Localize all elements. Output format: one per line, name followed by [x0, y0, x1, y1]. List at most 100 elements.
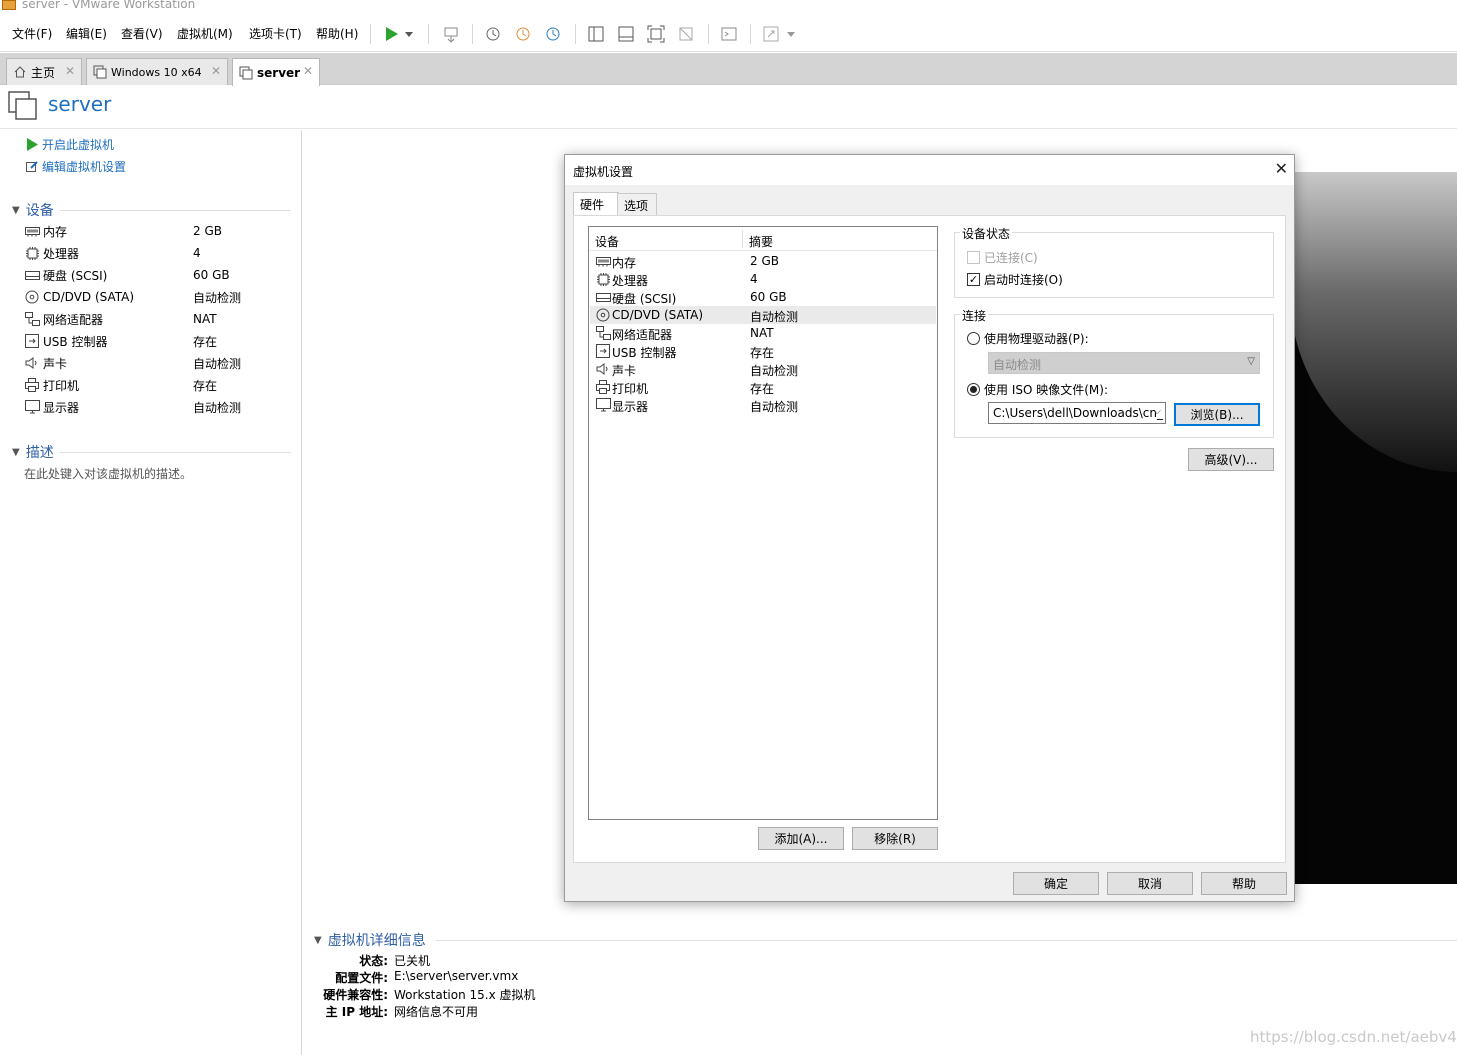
device-list-row[interactable]: 内存 2 GB	[590, 252, 936, 270]
connected-checkbox[interactable]: 已连接(C)	[967, 249, 1038, 266]
browse-button[interactable]: 浏览(B)...	[1174, 403, 1260, 426]
device-list-row[interactable]: 显示器 自动检测	[590, 396, 936, 414]
dialog-body: 设备 摘要 内存 2 GB 处理器 4 硬盘 (SCSI) 60 GB CD/DVD (SA…	[573, 215, 1286, 863]
device-list-row[interactable]: 打印机 存在	[590, 378, 936, 396]
device-list-row[interactable]: USB 控制器 存在	[590, 342, 936, 360]
details-section-toggle[interactable]: ▼ 虚拟机详细信息	[314, 930, 426, 950]
device-list-summary: 自动检测	[750, 400, 799, 414]
device-row[interactable]: 网络适配器 NAT	[24, 309, 294, 329]
physical-drive-select[interactable]: 自动检测 ▽	[988, 352, 1260, 374]
device-list-row[interactable]: CD/DVD (SATA) 自动检测	[590, 306, 936, 324]
dialog-title: 虚拟机设置	[573, 165, 634, 179]
thumbnail-bar-icon[interactable]	[615, 23, 637, 45]
menu-vm[interactable]: 虚拟机(M)	[177, 25, 233, 42]
snapshot-manager-icon[interactable]	[542, 23, 564, 45]
toolbar-separator	[750, 24, 751, 44]
toolbar-separator	[575, 24, 576, 44]
device-name: 处理器	[43, 246, 80, 261]
menu-tabs[interactable]: 选项卡(T)	[249, 25, 302, 42]
connect-at-power-on-checkbox[interactable]: ✓ 启动时连接(O)	[967, 271, 1063, 288]
device-row[interactable]: CD/DVD (SATA) 自动检测	[24, 287, 294, 307]
device-list-name: 显示器	[612, 400, 649, 414]
device-name: 网络适配器	[43, 312, 104, 327]
tab-hardware[interactable]: 硬件	[573, 192, 619, 215]
radio-circle	[967, 332, 980, 345]
edit-settings-icon	[26, 160, 39, 173]
show-library-icon[interactable]	[585, 23, 607, 45]
tab-server[interactable]: server ✕	[232, 58, 320, 86]
close-icon[interactable]: ✕	[65, 64, 75, 78]
column-summary[interactable]: 摘要	[749, 233, 773, 250]
menu-file[interactable]: 文件(F)	[12, 25, 52, 42]
stretch-dropdown-icon[interactable]	[784, 23, 798, 45]
device-row[interactable]: 声卡 自动检测	[24, 353, 294, 373]
full-screen-icon[interactable]	[645, 23, 667, 45]
tab-label: server	[257, 65, 301, 80]
unity-icon[interactable]	[675, 23, 697, 45]
details-section-title: 虚拟机详细信息	[327, 933, 426, 949]
device-list-name: 处理器	[612, 274, 649, 288]
device-name: 显示器	[43, 400, 80, 415]
device-row[interactable]: 处理器 4	[24, 243, 294, 263]
close-icon[interactable]: ✕	[303, 64, 313, 78]
device-row[interactable]: 内存 2 GB	[24, 221, 294, 241]
vm-title: server	[48, 92, 112, 116]
power-on-icon[interactable]	[380, 23, 402, 45]
connection-title: 连接	[960, 307, 989, 324]
device-list-name: 声卡	[612, 364, 637, 378]
column-device[interactable]: 设备	[595, 233, 619, 250]
device-list-summary: 存在	[750, 346, 775, 360]
remove-device-button[interactable]: 移除(R)	[852, 827, 938, 850]
edit-settings-link[interactable]: 编辑虚拟机设置	[26, 158, 126, 175]
advanced-button[interactable]: 高级(V)...	[1188, 448, 1274, 471]
cpu-icon	[595, 272, 611, 286]
devices-section-toggle[interactable]: ▼ 设备	[12, 200, 54, 220]
device-list-row[interactable]: 处理器 4	[590, 270, 936, 288]
device-row[interactable]: 硬盘 (SCSI) 60 GB	[24, 265, 294, 285]
description-section-toggle[interactable]: ▼ 描述	[12, 442, 54, 462]
help-button[interactable]: 帮助	[1201, 872, 1287, 895]
tab-windows-10[interactable]: Windows 10 x64 ✕	[86, 58, 228, 85]
tab-home[interactable]: 主页 ✕	[6, 58, 82, 85]
tab-options[interactable]: 选项	[617, 193, 657, 215]
usb-icon	[595, 344, 611, 358]
menu-edit[interactable]: 编辑(E)	[66, 25, 107, 42]
devices-section-title: 设备	[25, 203, 54, 219]
device-list[interactable]: 设备 摘要 内存 2 GB 处理器 4 硬盘 (SCSI) 60 GB CD/DVD (SA…	[588, 226, 938, 820]
device-list-row[interactable]: 声卡 自动检测	[590, 360, 936, 378]
iso-path-combobox[interactable]: C:\Users\dell\Downloads\cn_ ⌵	[988, 402, 1166, 424]
power-on-link[interactable]: 开启此虚拟机	[26, 136, 114, 153]
stretch-guest-icon[interactable]	[760, 23, 782, 45]
printer-icon	[595, 380, 611, 394]
power-dropdown-icon[interactable]	[402, 23, 416, 45]
device-row[interactable]: 打印机 存在	[24, 375, 294, 395]
ok-button[interactable]: 确定	[1013, 872, 1099, 895]
cd-dvd-icon	[24, 290, 40, 304]
vm-icon	[93, 65, 107, 79]
close-icon[interactable]: ✕	[1275, 159, 1288, 178]
detail-value: 网络信息不可用	[394, 1005, 479, 1019]
snapshot-icon[interactable]	[482, 23, 504, 45]
console-view-icon[interactable]	[718, 23, 740, 45]
vm-preview-screen[interactable]	[1290, 172, 1457, 884]
cancel-button[interactable]: 取消	[1107, 872, 1193, 895]
revert-snapshot-icon[interactable]	[512, 23, 534, 45]
memory-icon	[595, 254, 611, 268]
menu-view[interactable]: 查看(V)	[121, 25, 163, 42]
vm-header: server	[0, 86, 1457, 129]
device-list-name: CD/DVD (SATA)	[612, 308, 704, 322]
physical-drive-radio[interactable]: 使用物理驱动器(P):	[967, 330, 1089, 347]
device-row[interactable]: 显示器 自动检测	[24, 397, 294, 417]
iso-file-radio[interactable]: 使用 ISO 映像文件(M):	[967, 381, 1108, 398]
device-list-row[interactable]: 硬盘 (SCSI) 60 GB	[590, 288, 936, 306]
menu-help[interactable]: 帮助(H)	[316, 25, 358, 42]
device-list-row[interactable]: 网络适配器 NAT	[590, 324, 936, 342]
send-ctrl-alt-del-icon[interactable]	[440, 23, 462, 45]
description-text[interactable]: 在此处键入对该虚拟机的描述。	[24, 465, 192, 482]
close-icon[interactable]: ✕	[211, 64, 221, 78]
printer-icon	[24, 378, 40, 392]
device-value: 自动检测	[193, 356, 242, 371]
add-device-button[interactable]: 添加(A)...	[758, 827, 844, 850]
device-row[interactable]: USB 控制器 存在	[24, 331, 294, 351]
memory-icon	[24, 224, 40, 238]
